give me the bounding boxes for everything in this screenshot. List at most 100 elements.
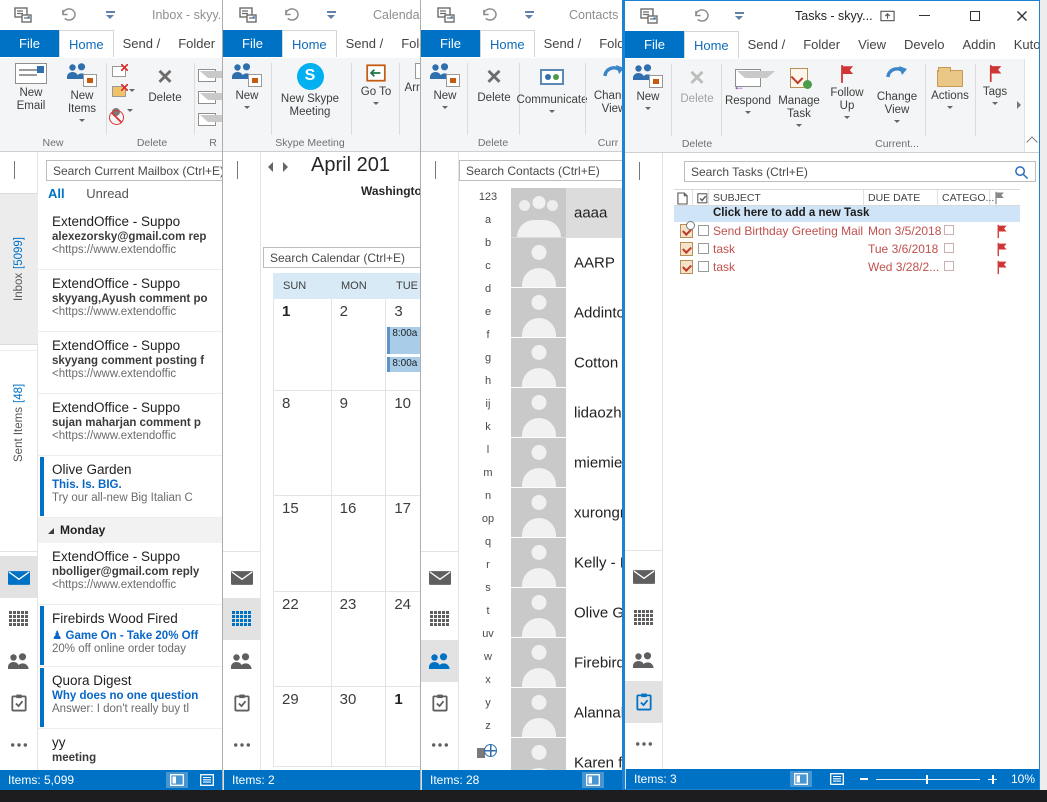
contact-row[interactable]: Alannah — [511, 688, 625, 738]
filter-unread[interactable]: Unread — [86, 186, 129, 201]
follow-up-button[interactable]: Follow Up — [826, 64, 868, 122]
nav-people-icon[interactable] — [223, 640, 260, 682]
add-new-task-row[interactable]: Click here to add a new Task — [674, 206, 1020, 222]
tab-view[interactable]: View — [849, 31, 895, 58]
alphabet-index-letter[interactable]: t — [473, 600, 503, 623]
alphabet-index-letter[interactable]: m — [473, 462, 503, 485]
task-row[interactable]: task Tue 3/6/2018 — [674, 240, 1020, 258]
contact-row[interactable]: xurongr — [511, 488, 625, 538]
previous-month-icon[interactable] — [263, 162, 273, 172]
task-flag-icon[interactable] — [996, 224, 1008, 239]
alphabet-index-letter[interactable]: k — [473, 416, 503, 439]
task-category-box[interactable] — [944, 243, 954, 253]
tab-file[interactable]: File — [421, 30, 480, 57]
email-list-item[interactable]: Firebirds Wood Fired ♟ Game On - Take 20… — [38, 605, 222, 667]
tab-send-receive[interactable]: Send / — [535, 30, 591, 57]
task-flag-icon[interactable] — [996, 260, 1008, 275]
collapse-ribbon-icon[interactable] — [1026, 136, 1037, 147]
customize-qat-icon[interactable] — [735, 12, 745, 24]
nav-tasks-icon[interactable] — [223, 682, 260, 724]
task-complete-checkbox[interactable] — [698, 243, 709, 254]
nav-people-icon[interactable] — [625, 639, 662, 681]
close-button[interactable] — [1006, 1, 1038, 30]
calendar-day-cell[interactable]: 9 — [332, 391, 387, 496]
email-list-item[interactable]: yy meeting — [38, 729, 222, 770]
expand-pane-chevron[interactable] — [435, 162, 445, 172]
filter-all[interactable]: All — [48, 186, 65, 201]
folder-tab-sent-items[interactable]: Sent Items[48] — [0, 350, 38, 495]
go-to-button[interactable]: Go To — [355, 63, 397, 108]
task-category-box[interactable] — [944, 261, 954, 271]
nav-calendar-icon[interactable] — [625, 597, 662, 639]
ignore-button[interactable] — [112, 66, 126, 77]
contact-row[interactable]: AARP — [511, 238, 625, 288]
weather-location[interactable]: Washingto — [361, 184, 420, 198]
new-email-button[interactable]: New Email — [4, 63, 58, 113]
tab-developer[interactable]: Develo — [895, 31, 953, 58]
alphabet-index-letter[interactable]: y — [473, 692, 503, 715]
alphabet-index-letter[interactable]: uv — [473, 623, 503, 646]
tab-file[interactable]: File — [625, 31, 684, 58]
undo-icon[interactable] — [693, 9, 710, 22]
calendar-day-cell[interactable]: 2 — [332, 299, 387, 391]
alphabet-index-letter[interactable]: d — [473, 278, 503, 301]
due-date-column-header[interactable]: DUE DATE — [865, 190, 938, 206]
nav-tasks-icon[interactable] — [0, 682, 37, 724]
zoom-level[interactable]: 10% — [1011, 772, 1035, 786]
nav-calendar-icon[interactable] — [0, 598, 37, 640]
zoom-out-icon[interactable] — [860, 778, 868, 780]
alphabet-index-letter[interactable]: c — [473, 255, 503, 278]
undo-icon[interactable] — [60, 8, 77, 21]
junk-button[interactable] — [112, 86, 135, 97]
task-complete-checkbox[interactable] — [698, 261, 709, 272]
calendar-day-cell[interactable]: 23 — [332, 592, 387, 687]
search-input[interactable]: Search Tasks (Ctrl+E) — [684, 161, 1036, 182]
nav-people-icon[interactable] — [421, 640, 458, 682]
block-sender-button[interactable] — [112, 108, 133, 116]
contact-row[interactable]: Kelly - E — [511, 538, 625, 588]
contact-row[interactable]: Olive G — [511, 588, 625, 638]
contact-row[interactable]: Karen fr — [511, 738, 625, 770]
zoom-slider-thumb[interactable] — [926, 775, 928, 784]
normal-view-icon[interactable] — [166, 772, 188, 788]
reading-view-icon[interactable] — [826, 771, 848, 787]
expand-pane-chevron[interactable] — [14, 162, 24, 172]
undo-icon[interactable] — [481, 8, 498, 21]
new-skype-meeting-button[interactable]: S New Skype Meeting — [275, 63, 345, 119]
task-category-box[interactable] — [944, 225, 954, 235]
reading-view-icon[interactable] — [196, 772, 218, 788]
nav-people-icon[interactable] — [0, 640, 37, 682]
contact-row[interactable]: Firebird — [511, 638, 625, 688]
email-list-item[interactable]: ExtendOffice - Suppo alexezorsky@gmail.c… — [38, 208, 222, 270]
complete-column-header[interactable] — [694, 190, 709, 206]
change-view-button[interactable]: Change View — [588, 63, 625, 116]
respond-button[interactable]: ← Respond — [724, 64, 772, 117]
tab-home[interactable]: Home — [282, 30, 337, 57]
change-view-button[interactable]: Change View — [870, 64, 924, 126]
folder-tab-inbox[interactable]: Inbox[5099] — [0, 193, 38, 345]
delete-button[interactable]: × Delete — [471, 63, 517, 105]
alphabet-index-letter[interactable]: e — [473, 301, 503, 324]
search-input[interactable]: Search Calendar (Ctrl+E) — [263, 247, 420, 268]
search-input[interactable]: Search Contacts (Ctrl+E) — [459, 160, 625, 181]
nav-mail-icon[interactable] — [0, 556, 37, 598]
calendar-event[interactable]: 8:00a — [387, 357, 420, 372]
calendar-day-cell[interactable]: 17 — [386, 496, 420, 592]
email-list-item[interactable]: Olive Garden This. Is. BIG. Try our all-… — [38, 456, 222, 518]
tab-addins[interactable]: Addin — [954, 31, 1005, 58]
alphabet-index-letter[interactable]: x — [473, 669, 503, 692]
tags-button[interactable]: Tags — [977, 64, 1013, 108]
email-list-item[interactable]: ExtendOffice - Suppo skyyang comment pos… — [38, 332, 222, 394]
nav-tasks-icon[interactable] — [625, 681, 662, 723]
nav-calendar-icon[interactable] — [421, 598, 458, 640]
email-list-item[interactable]: Quora Digest Why does no one question An… — [38, 667, 222, 729]
calendar-day-cell[interactable]: 10 — [386, 391, 420, 496]
calendar-day-cell[interactable]: 1 — [386, 687, 420, 767]
contact-globe-icon[interactable] — [477, 744, 497, 760]
normal-view-icon[interactable] — [582, 772, 604, 788]
search-icon[interactable] — [1014, 165, 1029, 180]
nav-more-icon[interactable] — [625, 723, 662, 765]
reply-button[interactable]: ← Reply — [198, 68, 222, 82]
tab-send-receive[interactable]: Send / — [114, 30, 170, 57]
alphabet-index-letter[interactable]: s — [473, 577, 503, 600]
